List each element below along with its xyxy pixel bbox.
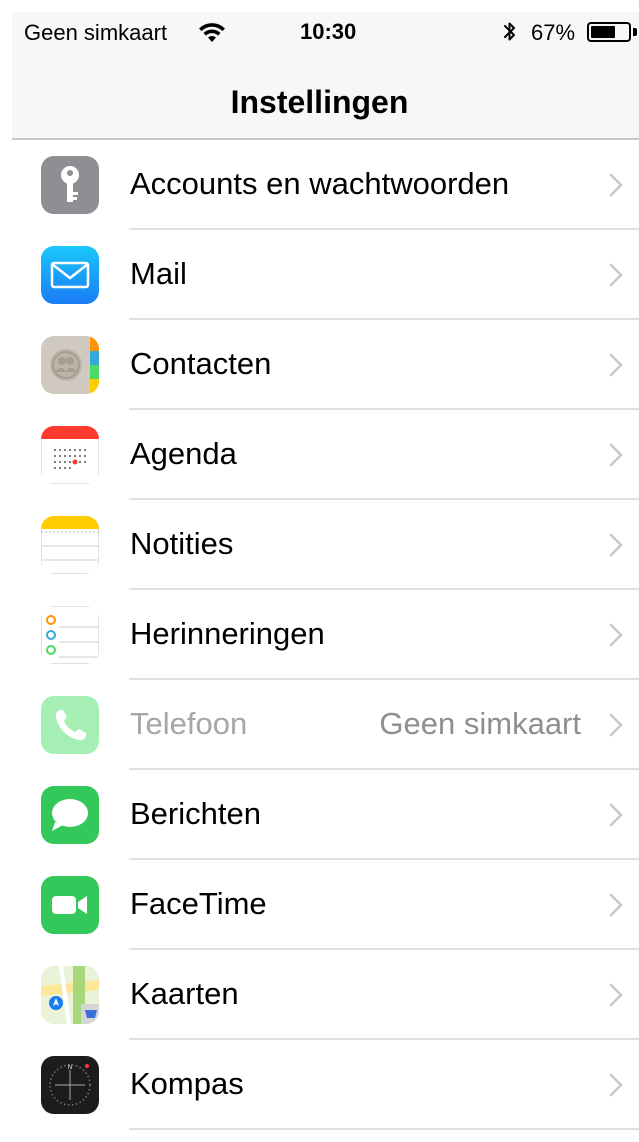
settings-row-label: Notities: [130, 526, 234, 561]
bluetooth-icon: [502, 20, 518, 44]
chevron-right-icon: [609, 713, 623, 737]
settings-row-messages[interactable]: Berichten: [12, 770, 639, 860]
messages-icon: [41, 786, 99, 844]
page-title: Instellingen: [230, 84, 409, 120]
mail-envelope-icon: [41, 246, 99, 304]
settings-row-label: Agenda: [130, 436, 237, 471]
row-separator: [129, 1128, 639, 1130]
chevron-right-icon: [609, 443, 623, 467]
battery-level-fill: [591, 26, 615, 38]
settings-row-label: Berichten: [130, 796, 261, 831]
status-bar: Geen simkaart 10:30 67%: [12, 12, 639, 54]
settings-row-label: Contacten: [130, 346, 272, 381]
settings-row-key[interactable]: Accounts en wachtwoorden: [12, 140, 639, 230]
settings-row-facetime[interactable]: FaceTime: [12, 860, 639, 950]
chevron-right-icon: [609, 983, 623, 1007]
settings-row-calendar[interactable]: Agenda: [12, 410, 639, 500]
compass-icon: N: [41, 1056, 99, 1114]
chevron-right-icon: [609, 803, 623, 827]
clock: 10:30: [300, 19, 357, 44]
key-icon: [41, 156, 99, 214]
chevron-right-icon: [609, 263, 623, 287]
settings-row-label: Kaarten: [130, 976, 239, 1011]
calendar-icon: [41, 426, 99, 484]
chevron-right-icon: [609, 173, 623, 197]
settings-screen: Geen simkaart 10:30 67% Instellingen Acc…: [0, 0, 639, 1142]
settings-row-reminders[interactable]: Herinneringen: [12, 590, 639, 680]
reminders-icon: [41, 606, 99, 664]
svg-text:N: N: [68, 1064, 73, 1071]
battery-percentage: 67%: [531, 20, 576, 45]
settings-row-maps[interactable]: Kaarten: [12, 950, 639, 1040]
settings-row-label: FaceTime: [130, 886, 267, 921]
settings-row-compass[interactable]: N Kompas: [12, 1040, 639, 1130]
chevron-right-icon: [609, 893, 623, 917]
settings-list: Accounts en wachtwoorden Mail Contacten Age…: [12, 140, 639, 1130]
settings-row-label: Mail: [130, 256, 187, 291]
contacts-icon: [41, 336, 99, 394]
settings-row-label: Herinneringen: [130, 616, 325, 651]
settings-row-label: Telefoon: [130, 706, 248, 741]
chevron-right-icon: [609, 623, 623, 647]
carrier-label: Geen simkaart: [24, 20, 168, 45]
chevron-right-icon: [609, 353, 623, 377]
settings-row-detail: Geen simkaart: [379, 706, 581, 741]
settings-row-contacts[interactable]: Contacten: [12, 320, 639, 410]
battery-tip: [633, 28, 637, 36]
chevron-right-icon: [609, 1073, 623, 1097]
settings-row-label: Kompas: [130, 1066, 244, 1101]
settings-row-notes[interactable]: Notities: [12, 500, 639, 590]
chevron-right-icon: [609, 533, 623, 557]
phone-icon: [41, 696, 99, 754]
settings-row-phone[interactable]: Telefoon Geen simkaart: [12, 680, 639, 770]
settings-row-mail-envelope[interactable]: Mail: [12, 230, 639, 320]
facetime-icon: [41, 876, 99, 934]
notes-icon: [41, 516, 99, 574]
wifi-icon: [198, 22, 226, 44]
maps-icon: [41, 966, 99, 1024]
navigation-header: Geen simkaart 10:30 67% Instellingen: [12, 12, 639, 140]
battery-icon: [587, 22, 631, 42]
settings-row-label: Accounts en wachtwoorden: [130, 166, 510, 201]
